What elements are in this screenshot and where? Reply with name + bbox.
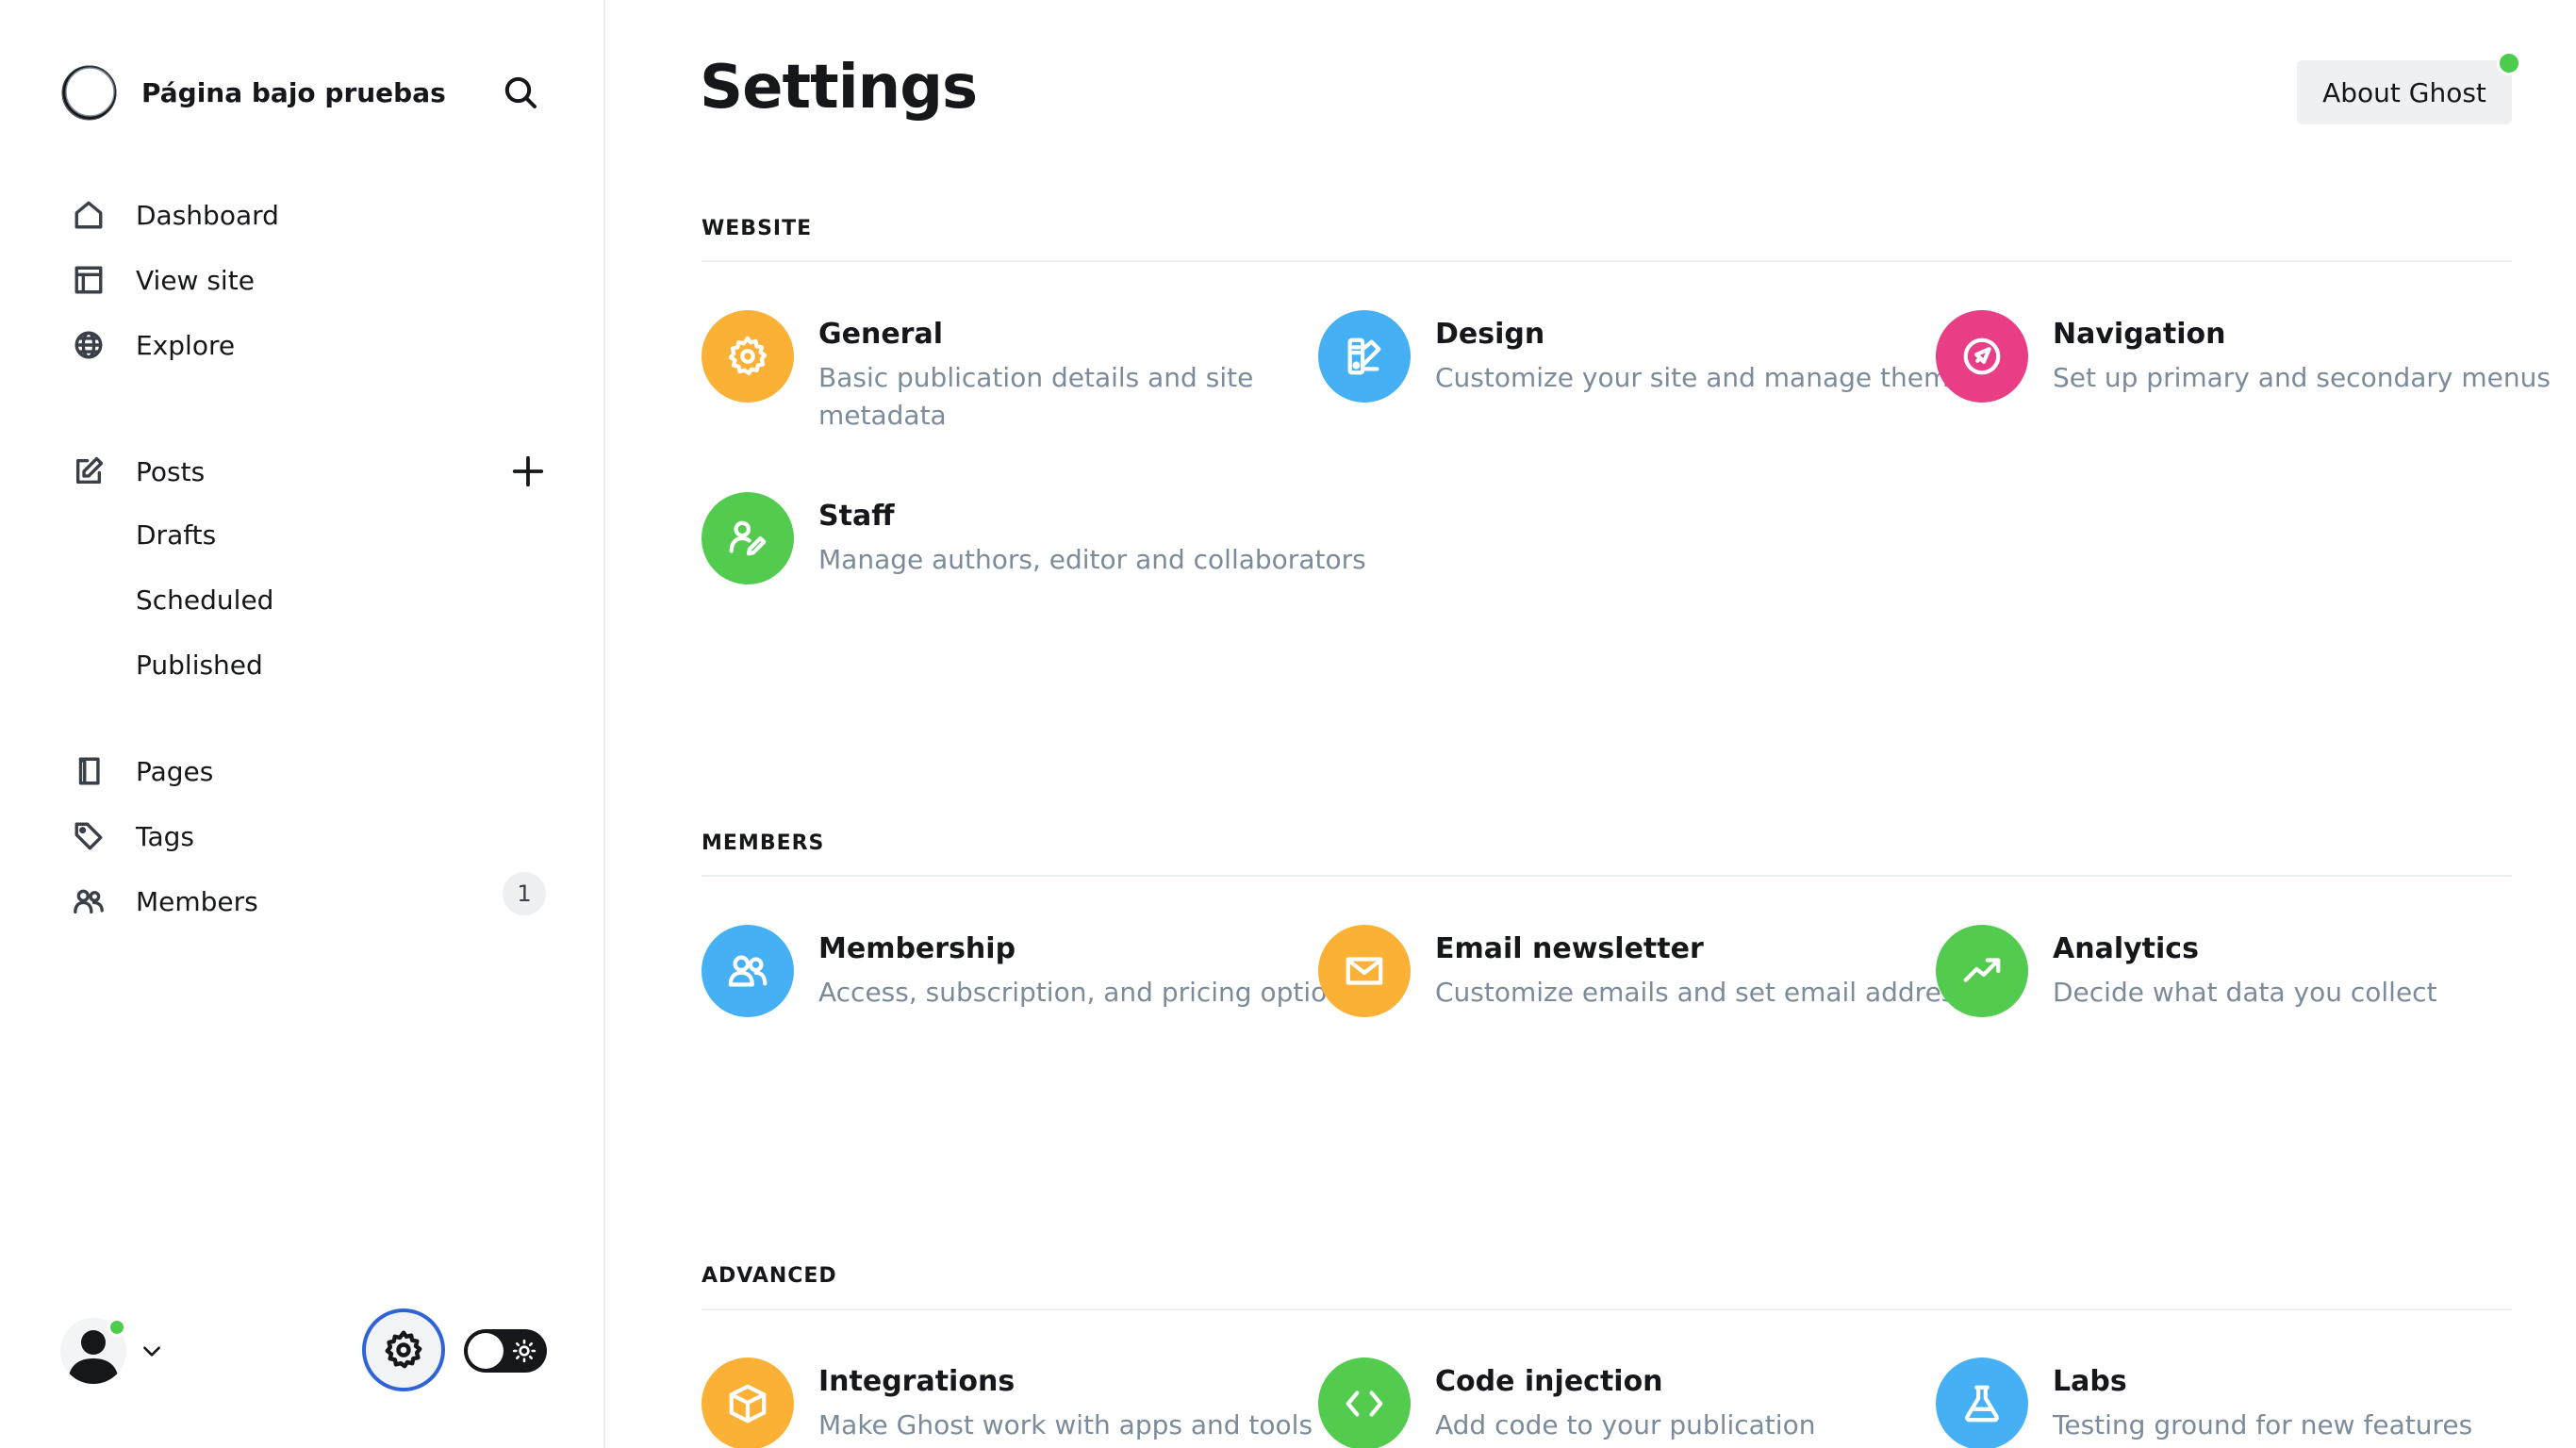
user-edit-icon — [702, 492, 794, 584]
members-icon — [702, 925, 794, 1017]
new-post-button[interactable] — [505, 449, 551, 494]
tag-icon — [66, 814, 111, 859]
user-menu[interactable] — [60, 1318, 126, 1384]
section-title-members: MEMBERS — [702, 831, 825, 855]
trend-up-icon — [1936, 925, 2028, 1017]
section-title-advanced: ADVANCED — [702, 1264, 837, 1288]
ghost-admin-app: Página bajo pruebas Dashboard View site … — [0, 0, 2576, 1448]
globe-icon — [66, 322, 111, 368]
search-button[interactable] — [498, 70, 543, 115]
code-icon — [1318, 1358, 1411, 1448]
card-title: Email newsletter — [1435, 932, 1704, 965]
nav-label: Posts — [136, 455, 206, 487]
nav-label: View site — [136, 264, 255, 296]
card-description: Testing ground for new features — [2053, 1409, 2473, 1440]
card-title: Analytics — [2053, 932, 2199, 965]
nav-view-site[interactable]: View site — [66, 257, 255, 303]
settings-card-membership[interactable]: Membership Access, subscription, and pri… — [702, 925, 1358, 1076]
settings-card-code-injection[interactable]: Code injection Add code to your publicat… — [1318, 1358, 1903, 1448]
card-title: Labs — [2053, 1365, 2127, 1398]
card-description: Customize emails and set email addresses — [1435, 977, 1999, 1008]
cube-icon — [702, 1358, 794, 1448]
nav-drafts[interactable]: Drafts — [136, 512, 216, 557]
online-status-dot — [107, 1318, 126, 1337]
settings-card-general[interactable]: General Basic publication details and si… — [702, 310, 1286, 461]
nav-explore[interactable]: Explore — [66, 322, 235, 368]
members-icon — [66, 879, 111, 924]
settings-button[interactable] — [362, 1308, 445, 1391]
card-title: Navigation — [2053, 318, 2226, 351]
card-title: Design — [1435, 318, 1545, 351]
gear-icon — [702, 310, 794, 403]
plus-icon — [512, 455, 544, 487]
card-title: Code injection — [1435, 1365, 1663, 1398]
nav-scheduled[interactable]: Scheduled — [136, 577, 273, 622]
nav-label: Pages — [136, 755, 214, 787]
section-divider — [702, 1308, 2512, 1310]
page-title: Settings — [700, 53, 978, 123]
card-title: General — [818, 318, 943, 351]
site-brand[interactable]: Página bajo pruebas — [60, 62, 446, 123]
about-ghost-button[interactable]: About Ghost — [2297, 60, 2512, 124]
settings-card-analytics[interactable]: Analytics Decide what data you collect — [1936, 925, 2520, 1076]
layout-icon — [66, 257, 111, 303]
card-description: Set up primary and secondary menus — [2053, 362, 2551, 393]
nav-label: Members — [136, 885, 258, 917]
section-divider — [702, 260, 2512, 262]
settings-card-email-newsletter[interactable]: Email newsletter Customize emails and se… — [1318, 925, 1999, 1076]
nav-posts[interactable]: Posts — [66, 449, 205, 494]
card-title: Membership — [818, 932, 1016, 965]
card-title: Staff — [818, 500, 895, 533]
mail-icon — [1318, 925, 1411, 1017]
card-description: Decide what data you collect — [2053, 977, 2437, 1008]
settings-card-labs[interactable]: Labs Testing ground for new features — [1936, 1358, 2520, 1448]
nav-dashboard[interactable]: Dashboard — [66, 192, 279, 238]
settings-card-navigation[interactable]: Navigation Set up primary and secondary … — [1936, 310, 2551, 461]
chevron-down-icon — [143, 1346, 160, 1357]
nav-members[interactable]: Members — [66, 879, 258, 924]
sun-icon — [511, 1338, 537, 1364]
card-description: Basic publication details and site metad… — [818, 362, 1254, 431]
nav-label: Tags — [136, 820, 194, 852]
section-divider — [702, 875, 2512, 877]
nav-tags[interactable]: Tags — [66, 814, 194, 859]
card-title: Integrations — [818, 1365, 1016, 1398]
nav-label: Explore — [136, 329, 236, 361]
card-description: Add code to your publication — [1435, 1409, 1816, 1440]
nav-label: Dashboard — [136, 199, 279, 231]
gear-icon — [385, 1330, 422, 1369]
section-title-website: WEBSITE — [702, 217, 813, 240]
settings-card-design[interactable]: Design Customize your site and manage th… — [1318, 310, 1979, 461]
search-icon — [504, 76, 537, 108]
compass-icon — [1936, 310, 2028, 403]
card-description: Access, subscription, and pricing option… — [818, 977, 1358, 1008]
update-notification-dot — [2497, 51, 2521, 75]
toggle-knob — [468, 1333, 504, 1369]
settings-card-integrations[interactable]: Integrations Make Ghost work with apps a… — [702, 1358, 1313, 1448]
dark-mode-toggle[interactable] — [464, 1329, 547, 1373]
card-description: Customize your site and manage themes — [1435, 362, 1980, 393]
card-description: Manage authors, editor and collaborators — [818, 544, 1366, 575]
card-description: Make Ghost work with apps and tools — [818, 1409, 1313, 1440]
home-icon — [66, 192, 111, 238]
site-logo-icon — [61, 65, 117, 121]
nav-pages[interactable]: Pages — [66, 749, 213, 794]
nav-published[interactable]: Published — [136, 642, 263, 687]
user-menu-toggle[interactable] — [138, 1337, 166, 1365]
site-title: Página bajo pruebas — [141, 76, 446, 108]
sidebar: Página bajo pruebas Dashboard View site … — [0, 0, 605, 1448]
paint-palette-icon — [1318, 310, 1411, 403]
page-icon — [66, 749, 111, 794]
settings-card-staff[interactable]: Staff Manage authors, editor and collabo… — [702, 492, 1366, 643]
edit-icon — [66, 449, 111, 494]
flask-icon — [1936, 1358, 2028, 1448]
members-count-badge: 1 — [503, 872, 546, 915]
